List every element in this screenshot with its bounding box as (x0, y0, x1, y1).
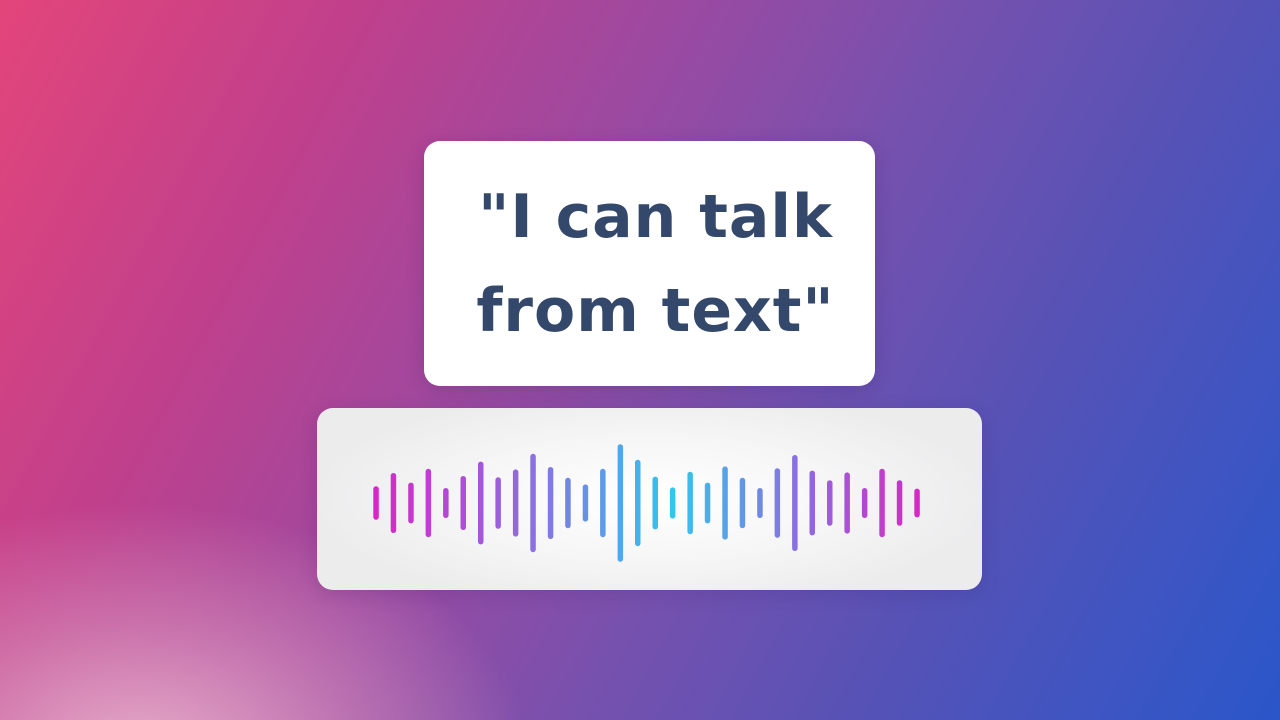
sound-wave-bar (774, 468, 781, 538)
sound-wave-bar (547, 467, 554, 539)
sound-wave-bar (565, 477, 571, 529)
sound-wave-bar (408, 482, 414, 524)
sound-wave-bar (495, 477, 501, 529)
sound-wave-bar (687, 471, 693, 535)
sound-wave-bar (704, 482, 711, 524)
sound-wave-bar (460, 476, 466, 530)
quote-line-1: "I can talk (478, 181, 833, 252)
sound-wave-card (317, 408, 982, 590)
sound-wave-bar (512, 469, 519, 537)
sound-wave-bar (530, 453, 536, 553)
sound-wave-bar (757, 488, 763, 518)
sound-wave-bar (373, 486, 379, 520)
sound-wave-bar (861, 488, 868, 518)
quote-card: "I can talk from text" (424, 141, 875, 386)
sound-wave-bar (809, 470, 815, 536)
quote-line-2: from text" (476, 275, 835, 346)
sound-wave-icon (373, 444, 920, 562)
sound-wave-bar (879, 468, 885, 538)
sound-wave-bar (425, 468, 432, 538)
sound-wave-bar (652, 476, 658, 530)
sound-wave-bar (739, 477, 746, 529)
quote-text: "I can talk from text" (464, 170, 834, 358)
sound-wave-bar (792, 455, 798, 551)
sound-wave-bar (844, 472, 850, 534)
sound-wave-bar (600, 468, 606, 538)
sound-wave-bar (896, 480, 903, 526)
sound-wave-bar (443, 488, 449, 518)
sound-wave-bar (390, 473, 397, 533)
sound-wave-bar (914, 488, 920, 518)
sound-wave-bar (827, 480, 833, 526)
sound-wave-bar (722, 466, 728, 540)
sound-wave-bar (582, 484, 589, 522)
sound-wave-bar (669, 487, 676, 519)
sound-wave-bar (635, 459, 641, 547)
sound-wave-bar (478, 461, 484, 545)
sound-wave-bar (617, 444, 624, 562)
